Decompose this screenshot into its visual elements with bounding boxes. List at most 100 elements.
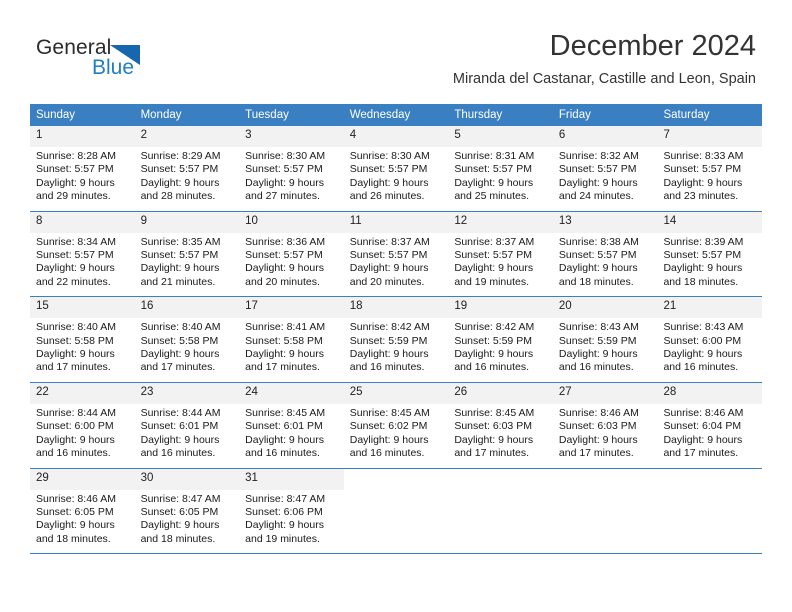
sunset-text: Sunset: 6:06 PM: [245, 505, 323, 518]
daylight-text-line2: and 16 minutes.: [245, 447, 320, 460]
logo-text-blue: Blue: [92, 56, 135, 79]
calendar-day-cell-empty: [552, 468, 658, 554]
sunset-text: Sunset: 5:57 PM: [245, 163, 323, 176]
weekday-header-row: Sunday Monday Tuesday Wednesday Thursday…: [30, 104, 762, 126]
sunrise-text: Sunrise: 8:29 AM: [140, 150, 221, 162]
calendar-day-cell[interactable]: 14 Sunrise: 8:39 AM Sunset: 5:57 PM Dayligh…: [657, 211, 763, 297]
day-sun-info: Sunrise: 8:41 AM Sunset: 5:58 PM Daylight:…: [239, 318, 344, 375]
day-sun-info: Sunrise: 8:35 AM Sunset: 5:57 PM Daylight:…: [135, 233, 240, 290]
sunrise-text: Sunrise: 8:32 AM: [558, 150, 639, 162]
general-blue-logo[interactable]: General Blue: [36, 36, 176, 86]
sunrise-text: Sunrise: 8:41 AM: [245, 321, 326, 334]
sunrise-text: Sunrise: 8:37 AM: [349, 235, 430, 248]
calendar-day-cell[interactable]: 27 Sunrise: 8:46 AM Sunset: 6:03 PM Dayligh…: [552, 382, 658, 468]
sunset-text: Sunset: 5:57 PM: [140, 249, 219, 262]
day-sun-info: Sunrise: 8:46 AM Sunset: 6:05 PM Daylight:…: [30, 490, 135, 547]
calendar-day-cell[interactable]: 17 Sunrise: 8:41 AM Sunset: 5:58 PM Dayligh…: [239, 297, 344, 382]
calendar-day-cell[interactable]: 11 Sunrise: 8:37 AM Sunset: 5:57 PM Dayligh…: [343, 211, 449, 297]
calendar-day-cell[interactable]: 20 Sunrise: 8:43 AM Sunset: 5:59 PM Dayligh…: [552, 297, 658, 382]
calendar-page: General Blue December 2024 Miranda del C…: [0, 0, 792, 612]
calendar-day-cell[interactable]: 5 Sunrise: 8:31 AM Sunset: 5:57 PM Daylight…: [448, 126, 553, 211]
sunrise-text: Sunrise: 8:42 AM: [349, 321, 430, 334]
daylight-text-line1: Daylight: 9 hours: [245, 262, 324, 275]
sunset-text: Sunset: 5:57 PM: [36, 249, 114, 262]
sunrise-text: Sunrise: 8:33 AM: [663, 150, 744, 162]
day-sun-info: Sunrise: 8:45 AM Sunset: 6:01 PM Daylight:…: [239, 404, 344, 461]
sunrise-text: Sunrise: 8:34 AM: [36, 235, 116, 248]
day-sun-info: Sunrise: 8:47 AM Sunset: 6:06 PM Daylight:…: [239, 490, 344, 547]
calendar-day-cell[interactable]: 7 Sunrise: 8:33 AM Sunset: 5:57 PM Daylight…: [657, 126, 763, 211]
sunset-text: Sunset: 5:57 PM: [245, 249, 323, 262]
daylight-text-line2: and 19 minutes.: [454, 275, 530, 288]
day-number: 26: [448, 382, 553, 404]
calendar-day-cell[interactable]: 4 Sunrise: 8:30 AM Sunset: 5:57 PM Daylight…: [343, 126, 449, 211]
sunset-text: Sunset: 5:57 PM: [140, 163, 219, 176]
calendar-week-row: 1 Sunrise: 8:28 AM Sunset: 5:57 PM Daylight…: [30, 126, 763, 212]
daylight-text-line2: and 28 minutes.: [140, 190, 216, 203]
calendar-day-cell[interactable]: 3 Sunrise: 8:30 AM Sunset: 5:57 PM Daylight…: [239, 126, 344, 211]
calendar-day-cell[interactable]: 15 Sunrise: 8:40 AM Sunset: 5:58 PM Dayligh…: [30, 297, 135, 382]
calendar-day-cell[interactable]: 13 Sunrise: 8:38 AM Sunset: 5:57 PM Dayligh…: [552, 211, 658, 297]
calendar-day-cell[interactable]: 22 Sunrise: 8:44 AM Sunset: 6:00 PM Dayligh…: [30, 382, 135, 468]
day-sun-info: Sunrise: 8:43 AM Sunset: 6:00 PM Daylight:…: [657, 318, 762, 375]
daylight-text-line1: Daylight: 9 hours: [663, 348, 743, 361]
sunset-text: Sunset: 6:05 PM: [36, 505, 114, 518]
calendar-day-cell[interactable]: 23 Sunrise: 8:44 AM Sunset: 6:01 PM Dayligh…: [134, 382, 240, 468]
daylight-text-line1: Daylight: 9 hours: [36, 519, 115, 532]
calendar-day-cell[interactable]: 6 Sunrise: 8:32 AM Sunset: 5:57 PM Daylight…: [552, 126, 658, 211]
daylight-text-line2: and 25 minutes.: [454, 190, 530, 203]
calendar-day-cell[interactable]: 28 Sunrise: 8:46 AM Sunset: 6:04 PM Dayligh…: [657, 382, 763, 468]
day-number: 3: [239, 126, 344, 147]
day-number: 11: [343, 211, 449, 233]
location-subtitle: Miranda del Castanar, Castille and Leon,…: [452, 71, 756, 87]
calendar-day-cell[interactable]: 21 Sunrise: 8:43 AM Sunset: 6:00 PM Dayligh…: [657, 297, 763, 382]
calendar-day-cell[interactable]: 9 Sunrise: 8:35 AM Sunset: 5:57 PM Daylight…: [134, 211, 240, 297]
day-sun-info: Sunrise: 8:32 AM Sunset: 5:57 PM Daylight:…: [553, 147, 658, 204]
sunrise-text: Sunrise: 8:37 AM: [454, 235, 535, 248]
day-number: 22: [30, 382, 135, 404]
day-sun-info: Sunrise: 8:29 AM Sunset: 5:57 PM Daylight:…: [135, 147, 240, 204]
sunset-text: Sunset: 6:04 PM: [663, 420, 742, 433]
daylight-text-line1: Daylight: 9 hours: [140, 176, 220, 189]
day-sun-info: Sunrise: 8:46 AM Sunset: 6:04 PM Daylight:…: [657, 404, 762, 461]
daylight-text-line2: and 16 minutes.: [349, 361, 425, 374]
daylight-text-line1: Daylight: 9 hours: [140, 433, 220, 446]
day-number: 30: [134, 468, 240, 490]
day-number: [343, 468, 449, 490]
sunset-text: Sunset: 5:57 PM: [663, 163, 742, 176]
daylight-text-line1: Daylight: 9 hours: [558, 433, 638, 446]
calendar-day-cell[interactable]: 10 Sunrise: 8:36 AM Sunset: 5:57 PM Dayligh…: [239, 211, 344, 297]
calendar-day-cell[interactable]: 16 Sunrise: 8:40 AM Sunset: 5:58 PM Dayligh…: [134, 297, 240, 382]
daylight-text-line1: Daylight: 9 hours: [140, 348, 220, 361]
daylight-text-line2: and 26 minutes.: [349, 190, 425, 203]
calendar-day-cell[interactable]: 29 Sunrise: 8:46 AM Sunset: 6:05 PM Dayligh…: [30, 468, 135, 554]
calendar-week-row: 29 Sunrise: 8:46 AM Sunset: 6:05 PM Dayligh…: [30, 468, 763, 555]
daylight-text-line1: Daylight: 9 hours: [454, 348, 534, 361]
sunset-text: Sunset: 5:57 PM: [454, 163, 532, 176]
sunset-text: Sunset: 5:57 PM: [454, 249, 532, 262]
day-sun-info: Sunrise: 8:44 AM Sunset: 6:00 PM Daylight:…: [30, 404, 135, 461]
calendar-day-cell[interactable]: 1 Sunrise: 8:28 AM Sunset: 5:57 PM Daylight…: [30, 126, 135, 211]
daylight-text-line1: Daylight: 9 hours: [245, 348, 324, 361]
day-number: [657, 468, 763, 490]
daylight-text-line1: Daylight: 9 hours: [245, 176, 324, 189]
daylight-text-line1: Daylight: 9 hours: [140, 262, 220, 275]
calendar-day-cell[interactable]: 12 Sunrise: 8:37 AM Sunset: 5:57 PM Dayligh…: [448, 211, 553, 297]
daylight-text-line1: Daylight: 9 hours: [558, 176, 638, 189]
day-sun-info: Sunrise: 8:38 AM Sunset: 5:57 PM Daylight:…: [553, 233, 658, 290]
day-sun-info: [448, 490, 553, 493]
calendar-day-cell[interactable]: 19 Sunrise: 8:42 AM Sunset: 5:59 PM Dayligh…: [448, 297, 553, 382]
calendar-day-cell[interactable]: 26 Sunrise: 8:45 AM Sunset: 6:03 PM Dayligh…: [448, 382, 553, 468]
calendar-day-cell[interactable]: 24 Sunrise: 8:45 AM Sunset: 6:01 PM Dayligh…: [239, 382, 344, 468]
calendar-day-cell[interactable]: 18 Sunrise: 8:42 AM Sunset: 5:59 PM Dayligh…: [343, 297, 449, 382]
sunset-text: Sunset: 5:58 PM: [245, 334, 323, 347]
calendar-day-cell[interactable]: 2 Sunrise: 8:29 AM Sunset: 5:57 PM Daylight…: [134, 126, 240, 211]
daylight-text-line2: and 18 minutes.: [36, 532, 111, 545]
day-sun-info: Sunrise: 8:39 AM Sunset: 5:57 PM Daylight:…: [657, 233, 762, 290]
daylight-text-line1: Daylight: 9 hours: [245, 433, 324, 446]
sunset-text: Sunset: 6:05 PM: [140, 505, 219, 518]
calendar-day-cell[interactable]: 31 Sunrise: 8:47 AM Sunset: 6:06 PM Dayligh…: [239, 468, 344, 554]
calendar-day-cell[interactable]: 25 Sunrise: 8:45 AM Sunset: 6:02 PM Dayligh…: [343, 382, 449, 468]
calendar-day-cell[interactable]: 30 Sunrise: 8:47 AM Sunset: 6:05 PM Dayligh…: [134, 468, 240, 554]
calendar-day-cell[interactable]: 8 Sunrise: 8:34 AM Sunset: 5:57 PM Daylight…: [30, 211, 135, 297]
